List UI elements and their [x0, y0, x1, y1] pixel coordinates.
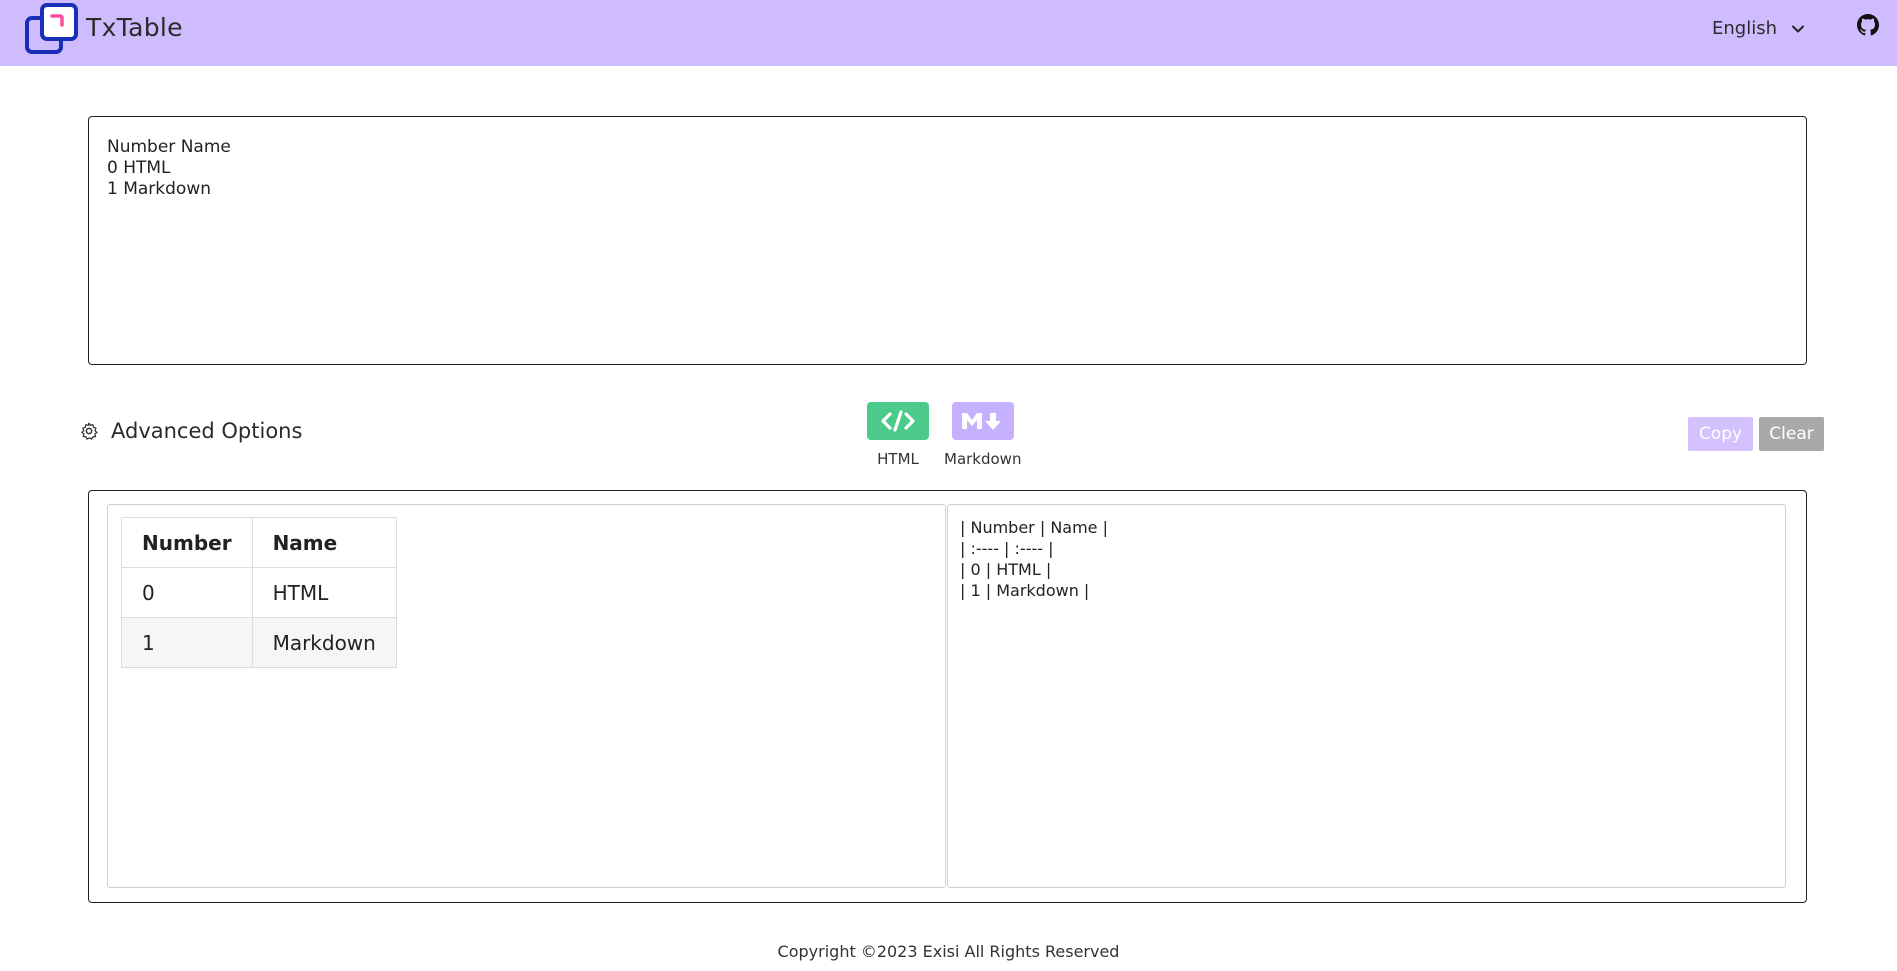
table-header-cell: Number — [121, 517, 253, 568]
copy-button[interactable]: Copy — [1688, 417, 1753, 451]
table-preview-pane: Number Name 0 HTML 1 Markdown — [107, 504, 946, 888]
format-html-label: HTML — [877, 450, 919, 468]
table-header-cell: Name — [251, 517, 397, 568]
format-markdown-label: Markdown — [944, 450, 1022, 468]
top-header: TxTable English — [0, 0, 1897, 66]
github-icon[interactable] — [1857, 14, 1879, 36]
advanced-options-toggle[interactable]: Advanced Options — [79, 419, 302, 443]
footer-copyright: Copyright ©2023 Exisi All Rights Reserve… — [777, 942, 1120, 961]
clear-button[interactable]: Clear — [1759, 417, 1824, 451]
table-cell: Markdown — [251, 617, 397, 668]
table-cell: 0 — [121, 567, 253, 618]
format-markdown-button[interactable]: Markdown — [944, 402, 1021, 468]
format-html-button[interactable]: HTML — [867, 402, 929, 468]
advanced-options-label: Advanced Options — [111, 419, 303, 443]
table-row: 1 Markdown — [121, 617, 397, 668]
brand-name[interactable]: TxTable — [86, 13, 183, 42]
language-label[interactable]: English — [1712, 18, 1777, 39]
output-container: Number Name 0 HTML 1 Markdown | Number |… — [88, 490, 1807, 903]
table-cell: 1 — [121, 617, 253, 668]
markdown-icon — [951, 402, 1014, 440]
code-icon — [867, 402, 929, 440]
table-input-textarea[interactable]: Number Name 0 HTML 1 Markdown — [88, 116, 1807, 365]
preview-table: Number Name 0 HTML 1 Markdown — [121, 517, 397, 668]
chevron-down-icon[interactable] — [1791, 22, 1805, 36]
gear-icon — [81, 422, 98, 440]
table-row: 0 HTML — [121, 567, 397, 618]
markdown-output-text[interactable]: | Number | Name | | :---- | :---- | | 0 … — [960, 517, 1108, 601]
table-header-row: Number Name — [121, 517, 397, 568]
table-cell: HTML — [251, 567, 397, 618]
markdown-output-pane[interactable]: | Number | Name | | :---- | :---- | | 0 … — [947, 504, 1786, 888]
txtable-logo-icon[interactable] — [24, 2, 80, 56]
language-selector[interactable]: English — [1712, 18, 1805, 39]
